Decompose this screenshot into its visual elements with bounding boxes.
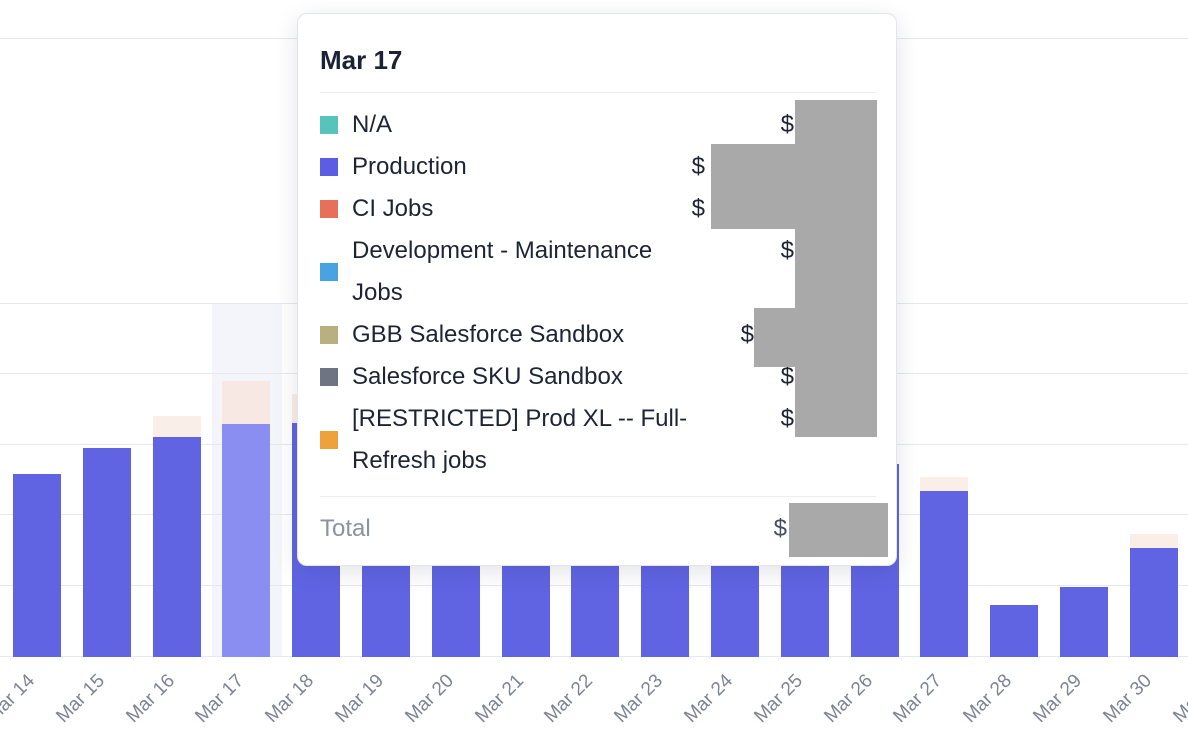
bar-mar-30-ci-jobs[interactable]: [1130, 534, 1178, 548]
series-label: CI Jobs: [352, 188, 433, 230]
cost-by-environment-chart: Mar 14Mar 15Mar 16Mar 17Mar 18Mar 19Mar …: [0, 0, 1188, 754]
bar-mar-17-ci-jobs[interactable]: [222, 381, 270, 424]
bar-mar-27-production[interactable]: [920, 491, 968, 657]
tooltip-title: Mar 17: [320, 43, 876, 77]
series-swatch-icon: [320, 368, 338, 386]
series-label: Salesforce SKU Sandbox: [352, 356, 623, 398]
redaction-overlay: [795, 100, 877, 437]
total-label: Total: [320, 508, 371, 550]
series-label: GBB Salesforce Sandbox: [352, 314, 624, 356]
tooltip-divider: [320, 496, 876, 497]
series-label: Production: [352, 146, 467, 188]
series-swatch-icon: [320, 431, 338, 449]
bar-mar-16-ci-jobs[interactable]: [153, 416, 201, 437]
tooltip-row: [RESTRICTED] Prod XL -- Full-Refresh job…: [320, 398, 876, 482]
bar-mar-27-ci-jobs[interactable]: [920, 477, 968, 491]
bar-mar-14-production[interactable]: [13, 474, 61, 657]
bar-mar-17-production[interactable]: [222, 424, 270, 657]
tooltip-row: Development - Maintenance Jobs$: [320, 230, 876, 314]
bar-mar-15-production[interactable]: [83, 448, 131, 657]
series-label: Development - Maintenance Jobs: [352, 230, 707, 314]
tooltip-divider: [320, 92, 876, 93]
bar-mar-30-production[interactable]: [1130, 548, 1178, 657]
tooltip-row: N/A$: [320, 104, 876, 146]
series-label: N/A: [352, 104, 392, 146]
redaction-overlay: [711, 144, 795, 229]
series-swatch-icon: [320, 326, 338, 344]
bar-mar-16-production[interactable]: [153, 437, 201, 657]
series-label: [RESTRICTED] Prod XL -- Full-Refresh job…: [352, 398, 707, 482]
redaction-overlay: [754, 308, 795, 367]
series-swatch-icon: [320, 200, 338, 218]
redaction-overlay: [789, 503, 888, 557]
series-swatch-icon: [320, 263, 338, 281]
series-swatch-icon: [320, 116, 338, 134]
series-swatch-icon: [320, 158, 338, 176]
